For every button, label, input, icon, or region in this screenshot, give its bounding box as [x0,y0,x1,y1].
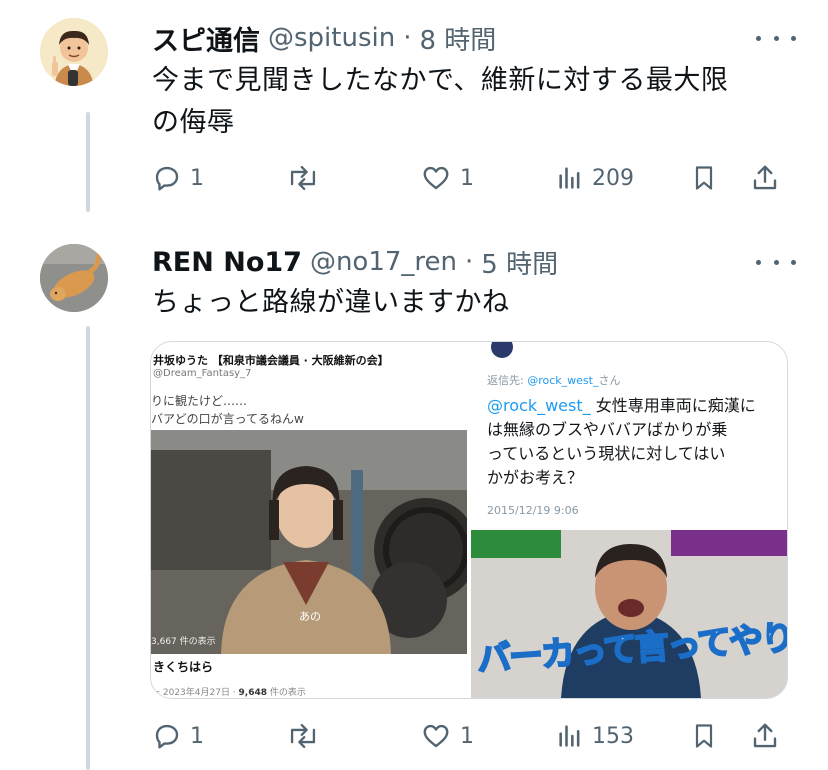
reply-icon [155,724,179,749]
tweet-text: ちょっと路線が違いますかね [152,287,510,318]
bookmark-button[interactable] [690,718,718,754]
image-footer-views: 9,648 [238,688,267,698]
share-icon [753,165,777,190]
avatar-illustration-icon [40,18,108,86]
views-button[interactable]: 153 [556,718,634,754]
view-count: 209 [592,165,634,191]
share-button[interactable] [750,718,780,754]
screenshot-line: かがお考え？ [487,468,584,487]
tweet-text-line: 今まで見聞きしたなかで、維新に対する最大限 [152,65,729,96]
media-image-right-top[interactable]: 返信先: @rock_west_さん @rock_west_ 女性専用車両に痴漢… [471,342,787,526]
like-count: 1 [460,165,474,191]
reply-icon [155,166,179,191]
retweet-icon [290,723,316,749]
analytics-icon [559,167,580,189]
display-name[interactable]: REN No17 [152,247,302,278]
more-options-icon[interactable] [756,252,796,272]
reply-to-text: 返信先: @rock_west_さん [487,372,620,388]
view-count: 153 [592,723,634,749]
reply-button[interactable]: 1 [152,718,204,754]
video-frame: あの 3,667 件の表示 [151,430,467,654]
image-quote-line: バアどの口が言ってるねんw [151,412,304,426]
tweet-screenshot-avatar [491,342,513,358]
avatar[interactable] [40,18,108,86]
avatar-cat-photo-icon [40,244,108,312]
image-handle-text: @Dream_Fantasy_7 [153,368,252,379]
image-footer: ー 2023年4月27日 · 9,648 件の表示 [151,685,306,698]
timestamp[interactable]: 8 時間 [419,20,496,57]
screenshot-line: 女性専用車両に痴漢に [590,396,756,415]
reply-to-suffix: さん [598,374,621,387]
image-footer-date: ー 2023年4月27日 · [151,688,239,698]
reply-count: 1 [190,723,204,749]
user-handle[interactable]: @no17_ren [310,247,457,277]
display-name[interactable]: スピ通信 [152,19,260,58]
image-caption: きくちはら [153,660,214,674]
image-header-text: 井坂ゆうた 【和泉市議会議員 · 大阪維新の会】 [153,354,389,367]
tweet-text-line: の侮辱 [152,107,235,138]
screenshot-mention: @rock_west_ [487,396,591,415]
analytics-icon [559,725,580,747]
media-image-left[interactable]: 井坂ゆうた 【和泉市議会議員 · 大阪維新の会】 @Dream_Fantasy_… [151,342,467,698]
heart-icon [423,166,449,190]
bookmark-icon [695,166,713,190]
video-subtitle: あの [299,610,321,623]
avatar[interactable] [40,244,108,312]
separator-dot: · [403,23,412,53]
user-handle[interactable]: @spitusin [268,23,395,53]
share-button[interactable] [750,160,780,196]
views-button[interactable]: 209 [556,160,634,196]
bookmark-icon [695,724,713,748]
retweet-icon [290,165,316,191]
like-count: 1 [460,723,474,749]
heart-icon [423,724,449,748]
reply-to-handle: @rock_west_ [527,374,599,387]
tweet-text: 今まで見聞きしたなかで、維新に対する最大限 の侮辱 [152,60,802,144]
video-views-overlay: 3,667 件の表示 [151,637,216,647]
like-button[interactable]: 1 [420,718,474,754]
image-footer-views-suffix: 件の表示 [267,688,306,698]
image-quote-line: りに観たけど…… [151,394,248,408]
like-button[interactable]: 1 [420,160,474,196]
reply-to-prefix: 返信先: [487,374,528,387]
tweet-header: REN No17 @no17_ren · 5 時間 [152,242,558,282]
bookmark-button[interactable] [690,160,718,196]
screenshot-body: @rock_west_ 女性専用車両に痴漢に は無縁のブスやババアばかりが乗 っ… [487,394,756,490]
reply-button[interactable]: 1 [152,160,204,196]
media-grid: 井坂ゆうた 【和泉市議会議員 · 大阪維新の会】 @Dream_Fantasy_… [150,341,788,699]
share-icon [753,723,777,748]
separator-dot: · [465,247,474,277]
media-image-right-bottom[interactable]: バーカって言ってやりたい [471,530,787,698]
retweet-button[interactable] [286,718,320,754]
screenshot-line: は無縁のブスやババアばかりが乗 [487,420,728,439]
retweet-button[interactable] [286,160,320,196]
screenshot-date: 2015/12/19 9:06 [487,504,579,517]
reply-count: 1 [190,165,204,191]
thread-line [86,112,90,212]
timestamp[interactable]: 5 時間 [481,244,558,281]
tweet-header: スピ通信 @spitusin · 8 時間 [152,18,496,58]
screenshot-line: っているという現状に対してはい [487,444,726,463]
thread-line [86,326,90,770]
more-options-icon[interactable] [756,28,796,48]
